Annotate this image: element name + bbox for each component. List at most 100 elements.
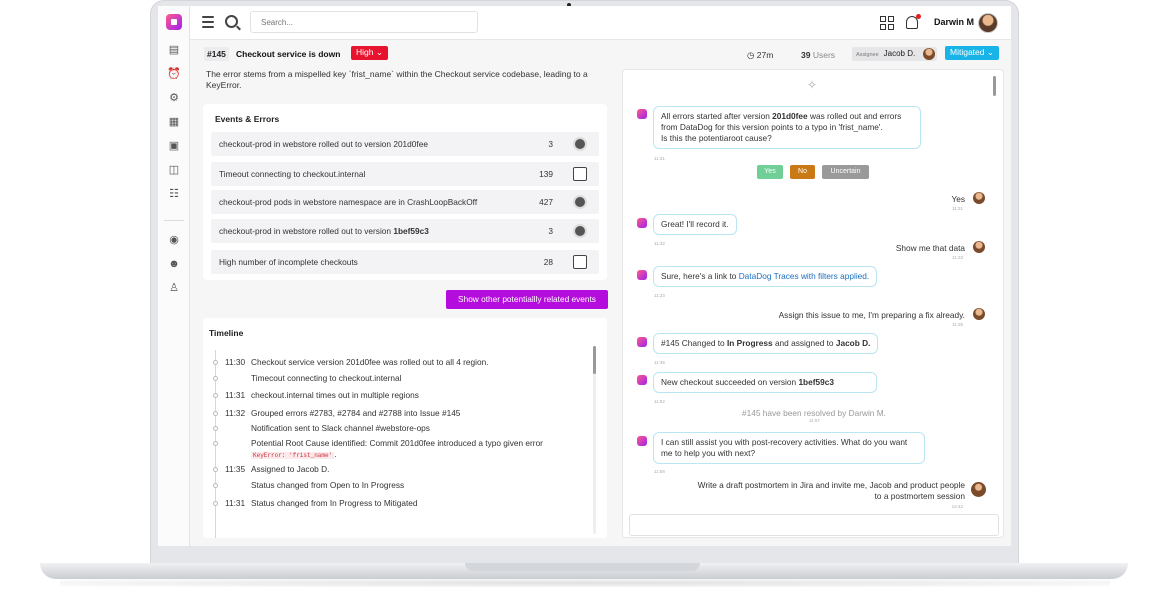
event-count: 28 [543,257,553,267]
user-name[interactable]: Darwin M [934,17,974,27]
message-assignee: Jacob D. [835,338,871,348]
notification-dot [916,14,921,19]
assignee-selector[interactable]: Assignee Jacob D. [852,47,938,61]
message-time: 11:52 [654,399,665,404]
report-search-icon[interactable]: ▣ [166,138,182,154]
assistant-message: Sure, here's a link to DataDog Traces wi… [653,266,878,287]
board-icon[interactable]: ◫ [166,162,182,178]
message-time: 11:33 [654,293,665,298]
system-message: #145 have been resolved by Darwin M. [742,408,886,418]
message-time: 11:58 [654,469,665,474]
timeline-time: 11:30 [225,357,246,367]
calendar-icon[interactable]: ▦ [166,114,182,130]
message-question: Is this the potentiaroot cause? [661,133,772,143]
datadog-icon [573,255,587,269]
timeline-dot [213,441,218,446]
user-message: Assign this issue to me, I'm preparing a… [778,310,965,320]
timeline-text: Checkout service version 201d0fee was ro… [251,357,489,367]
dashboard-icon[interactable]: ▤ [166,42,182,58]
issue-summary: The error stems from a mispelled key `fr… [206,69,588,90]
alarm-clock-icon[interactable]: ⏰ [166,66,182,82]
timeline-text-main: Potential Root Cause identified: Commit … [251,438,543,448]
top-bar: Darwin M [190,6,1011,40]
event-row[interactable]: checkout-prod in webstore rolled out to … [211,219,599,243]
user-message: Yes [951,194,965,204]
issue-header: #145 Checkout service is down High ⌄ ◷ 2… [190,42,1011,66]
datadog-icon [573,167,587,181]
hierarchy-icon[interactable]: ☷ [166,186,182,202]
message-text: and assigned to [772,338,836,348]
timeline-scrollbar[interactable] [593,346,596,534]
timeline-time: 11:31 [225,390,246,400]
event-row[interactable]: High number of incomplete checkouts 28 [211,250,599,274]
user-avatar [973,241,985,253]
message-time: 11:31 [952,206,963,211]
user-settings-icon[interactable]: ♙ [166,280,182,296]
duration: ◷ 27m [747,50,773,61]
no-button[interactable]: No [790,165,815,179]
event-count: 139 [539,169,553,179]
timeline-text-suffix: . [334,448,337,459]
timeline-time: 11:32 [225,408,246,418]
event-row[interactable]: Timeout connecting to checkout.internal … [211,162,599,186]
chat-input[interactable] [629,514,999,536]
timeline-text: Status changed from In Progress to Mitig… [251,498,418,508]
kubernetes-icon [573,224,587,238]
priority-dropdown[interactable]: High ⌄ [351,46,388,60]
search-icon[interactable] [225,15,238,28]
datadog-traces-link[interactable]: DataDog Traces with filters applied. [739,271,870,281]
magic-wand-icon: ✧ [807,78,818,92]
show-related-events-button[interactable]: Show other potentiallly related events [446,290,608,309]
error-code: KeyError: 'frist_name' [251,451,335,459]
timeline-card: Timeline 11:30 Checkout service version 2… [203,318,607,538]
affected-users: 39 Users [801,50,835,60]
assignee-label: Assignee [856,52,879,58]
message-time: 11:57 [809,418,820,423]
timeline-text: Notification sent to Slack channel #webs… [251,423,430,433]
chat-scrollbar[interactable] [993,76,996,96]
timeline-text: Potential Root Cause identified: Commit … [251,438,551,461]
clock-icon: ◷ [747,50,755,60]
user-message: Write a draft postmortem in Jira and inv… [697,480,965,501]
team-icon[interactable]: ☻ [166,256,182,272]
yes-button[interactable]: Yes [757,165,783,179]
event-row[interactable]: checkout-prod in webstore rolled out to … [211,132,599,156]
event-text: High number of incomplete checkouts [219,257,358,267]
status-dropdown[interactable]: Mitigated ⌄ [945,46,999,60]
apps-grid-icon[interactable] [880,16,894,30]
message-time: 11:31 [654,156,665,161]
assistant-message: New checkout succeeded on version 1bef59… [653,372,877,393]
search-input[interactable] [250,11,478,33]
event-text: checkout-prod in webstore rolled out to … [219,139,428,149]
assistant-message: Great! I'll record it. [653,214,737,235]
timeline-dot [213,483,218,488]
message-version: 201d0fee [772,111,808,121]
status-label: Mitigated [950,47,985,57]
assistant-icon [637,270,647,280]
user-avatar[interactable] [978,13,998,33]
timeline-scroll-thumb[interactable] [593,346,596,374]
event-text: checkout-prod in webstore rolled out to … [219,226,429,236]
event-row[interactable]: checkout-prod pods in webstore namespace… [211,190,599,214]
timeline-time: 11:35 [225,464,246,474]
uncertain-button[interactable]: Uncertain [822,165,869,179]
users-label: Users [812,50,836,60]
issue-id: #145 [204,47,229,61]
assistant-icon [637,375,647,385]
event-count: 3 [548,139,553,149]
priority-label: High [356,47,374,57]
issue-title: Checkout service is down [236,49,341,59]
assistant-icon [637,218,647,228]
assistant-icon [637,337,647,347]
sidebar: ▤ ⏰ ⚙ ▦ ▣ ◫ ☷ ◉ ☻ ♙ [158,6,190,546]
message-text: #145 Changed to [661,338,727,348]
timeline-dot [213,501,218,506]
chevron-down-icon: ⌄ [375,47,383,57]
bug-icon[interactable]: ⚙ [166,90,182,106]
timeline-text: Status changed from Open to In Progress [251,480,405,490]
menu-icon[interactable] [202,16,214,28]
logo[interactable] [166,14,182,30]
timeline-dot [213,360,218,365]
event-count: 3 [548,226,553,236]
broadcast-icon[interactable]: ◉ [166,232,182,248]
